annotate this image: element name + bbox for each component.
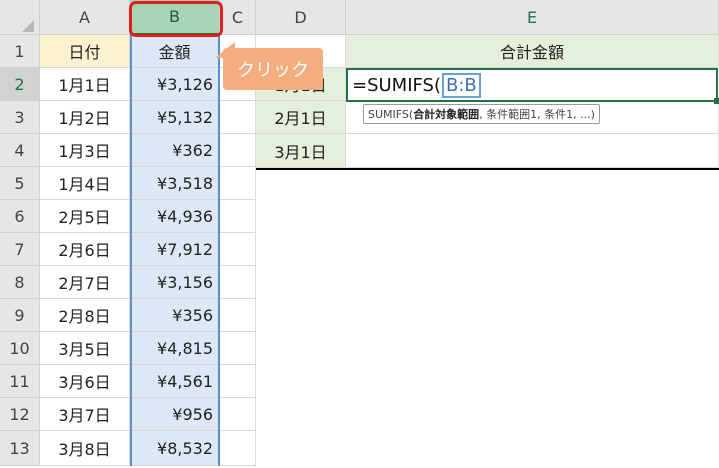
cell-c[interactable]	[220, 167, 256, 200]
cell-d-date[interactable]: 3月1日	[256, 134, 346, 168]
cell-a-date[interactable]: 3月6日	[40, 365, 130, 398]
cell-b-amount[interactable]: ¥956	[130, 398, 220, 431]
column-header-b[interactable]: B	[130, 0, 220, 35]
row-header[interactable]: 6	[0, 200, 40, 233]
cell-a-date[interactable]: 2月6日	[40, 233, 130, 266]
column-header-e[interactable]: E	[346, 0, 719, 35]
row-header[interactable]: 12	[0, 398, 40, 431]
cell-b-amount[interactable]: ¥5,132	[130, 101, 220, 134]
cell-c[interactable]	[220, 365, 256, 398]
fill-handle[interactable]	[714, 98, 719, 104]
cell-c[interactable]	[220, 266, 256, 299]
table-bottom-border	[256, 168, 719, 170]
tooltip-remaining-args: , 条件範囲1, 条件1, ...)	[479, 108, 595, 121]
cell-c[interactable]	[220, 101, 256, 134]
row-header[interactable]: 1	[0, 35, 40, 68]
cell-a-date[interactable]: 1月3日	[40, 134, 130, 167]
cell-e1-total-header[interactable]: 合計金額	[346, 35, 719, 68]
cell-b-amount[interactable]: ¥3,518	[130, 167, 220, 200]
cell-c[interactable]	[220, 233, 256, 266]
cell-a1-date-header[interactable]: 日付	[40, 35, 130, 68]
cell-b-amount[interactable]: ¥4,936	[130, 200, 220, 233]
select-all-corner[interactable]	[0, 0, 40, 35]
cell-a-date[interactable]: 3月8日	[40, 431, 130, 466]
cell-b1-amount-header[interactable]: 金額	[130, 35, 220, 68]
cell-a-date[interactable]: 2月5日	[40, 200, 130, 233]
cell-c[interactable]	[220, 398, 256, 431]
cell-c[interactable]	[220, 134, 256, 167]
spreadsheet: A B C D E 1 2 3 4 5 6 7 8 9 10 11 12 13 …	[0, 0, 719, 468]
formula-range-reference: B:B	[442, 72, 481, 98]
row-header[interactable]: 7	[0, 233, 40, 266]
row-header[interactable]: 3	[0, 101, 40, 134]
cell-b-amount[interactable]: ¥4,561	[130, 365, 220, 398]
cell-c[interactable]	[220, 299, 256, 332]
select-all-triangle-icon	[22, 20, 34, 32]
row-header[interactable]: 13	[0, 431, 40, 466]
row-header[interactable]: 5	[0, 167, 40, 200]
cell-a-date[interactable]: 2月7日	[40, 266, 130, 299]
cell-d-date[interactable]: 2月1日	[256, 101, 346, 134]
cell-c[interactable]	[220, 431, 256, 466]
cell-b-amount[interactable]: ¥4,815	[130, 332, 220, 365]
column-header-d[interactable]: D	[256, 0, 346, 35]
cell-a-date[interactable]: 3月5日	[40, 332, 130, 365]
row-header[interactable]: 9	[0, 299, 40, 332]
tooltip-current-arg: 合計対象範囲	[413, 108, 480, 121]
active-cell-e2-editor[interactable]: =SUMIFS(B:B	[346, 68, 718, 102]
cell-a-date[interactable]: 1月4日	[40, 167, 130, 200]
cell-b-amount[interactable]: ¥356	[130, 299, 220, 332]
row-header[interactable]: 11	[0, 365, 40, 398]
function-argument-tooltip[interactable]: SUMIFS(合計対象範囲, 条件範囲1, 条件1, ...)	[363, 104, 600, 124]
row-header[interactable]: 2	[0, 68, 40, 101]
cell-c[interactable]	[220, 332, 256, 365]
cell-b-amount[interactable]: ¥8,532	[130, 431, 220, 466]
row-header[interactable]: 8	[0, 266, 40, 299]
cell-b-amount[interactable]: ¥362	[130, 134, 220, 167]
cell-a-date[interactable]: 3月7日	[40, 398, 130, 431]
cell-b-amount[interactable]: ¥3,156	[130, 266, 220, 299]
column-header-a[interactable]: A	[40, 0, 130, 35]
cell-b-amount[interactable]: ¥7,912	[130, 233, 220, 266]
column-header-c[interactable]: C	[220, 0, 256, 35]
cell-a-date[interactable]: 1月2日	[40, 101, 130, 134]
cell-c[interactable]	[220, 200, 256, 233]
click-callout: クリック	[223, 48, 323, 90]
formula-prefix: =SUMIFS(	[352, 74, 442, 96]
cell-b-amount[interactable]: ¥3,126	[130, 68, 220, 101]
cell-e4[interactable]	[346, 134, 719, 168]
tooltip-function: SUMIFS(	[368, 107, 414, 121]
row-header[interactable]: 4	[0, 134, 40, 167]
row-header[interactable]: 10	[0, 332, 40, 365]
cell-a-date[interactable]: 2月8日	[40, 299, 130, 332]
cell-a-date[interactable]: 1月1日	[40, 68, 130, 101]
